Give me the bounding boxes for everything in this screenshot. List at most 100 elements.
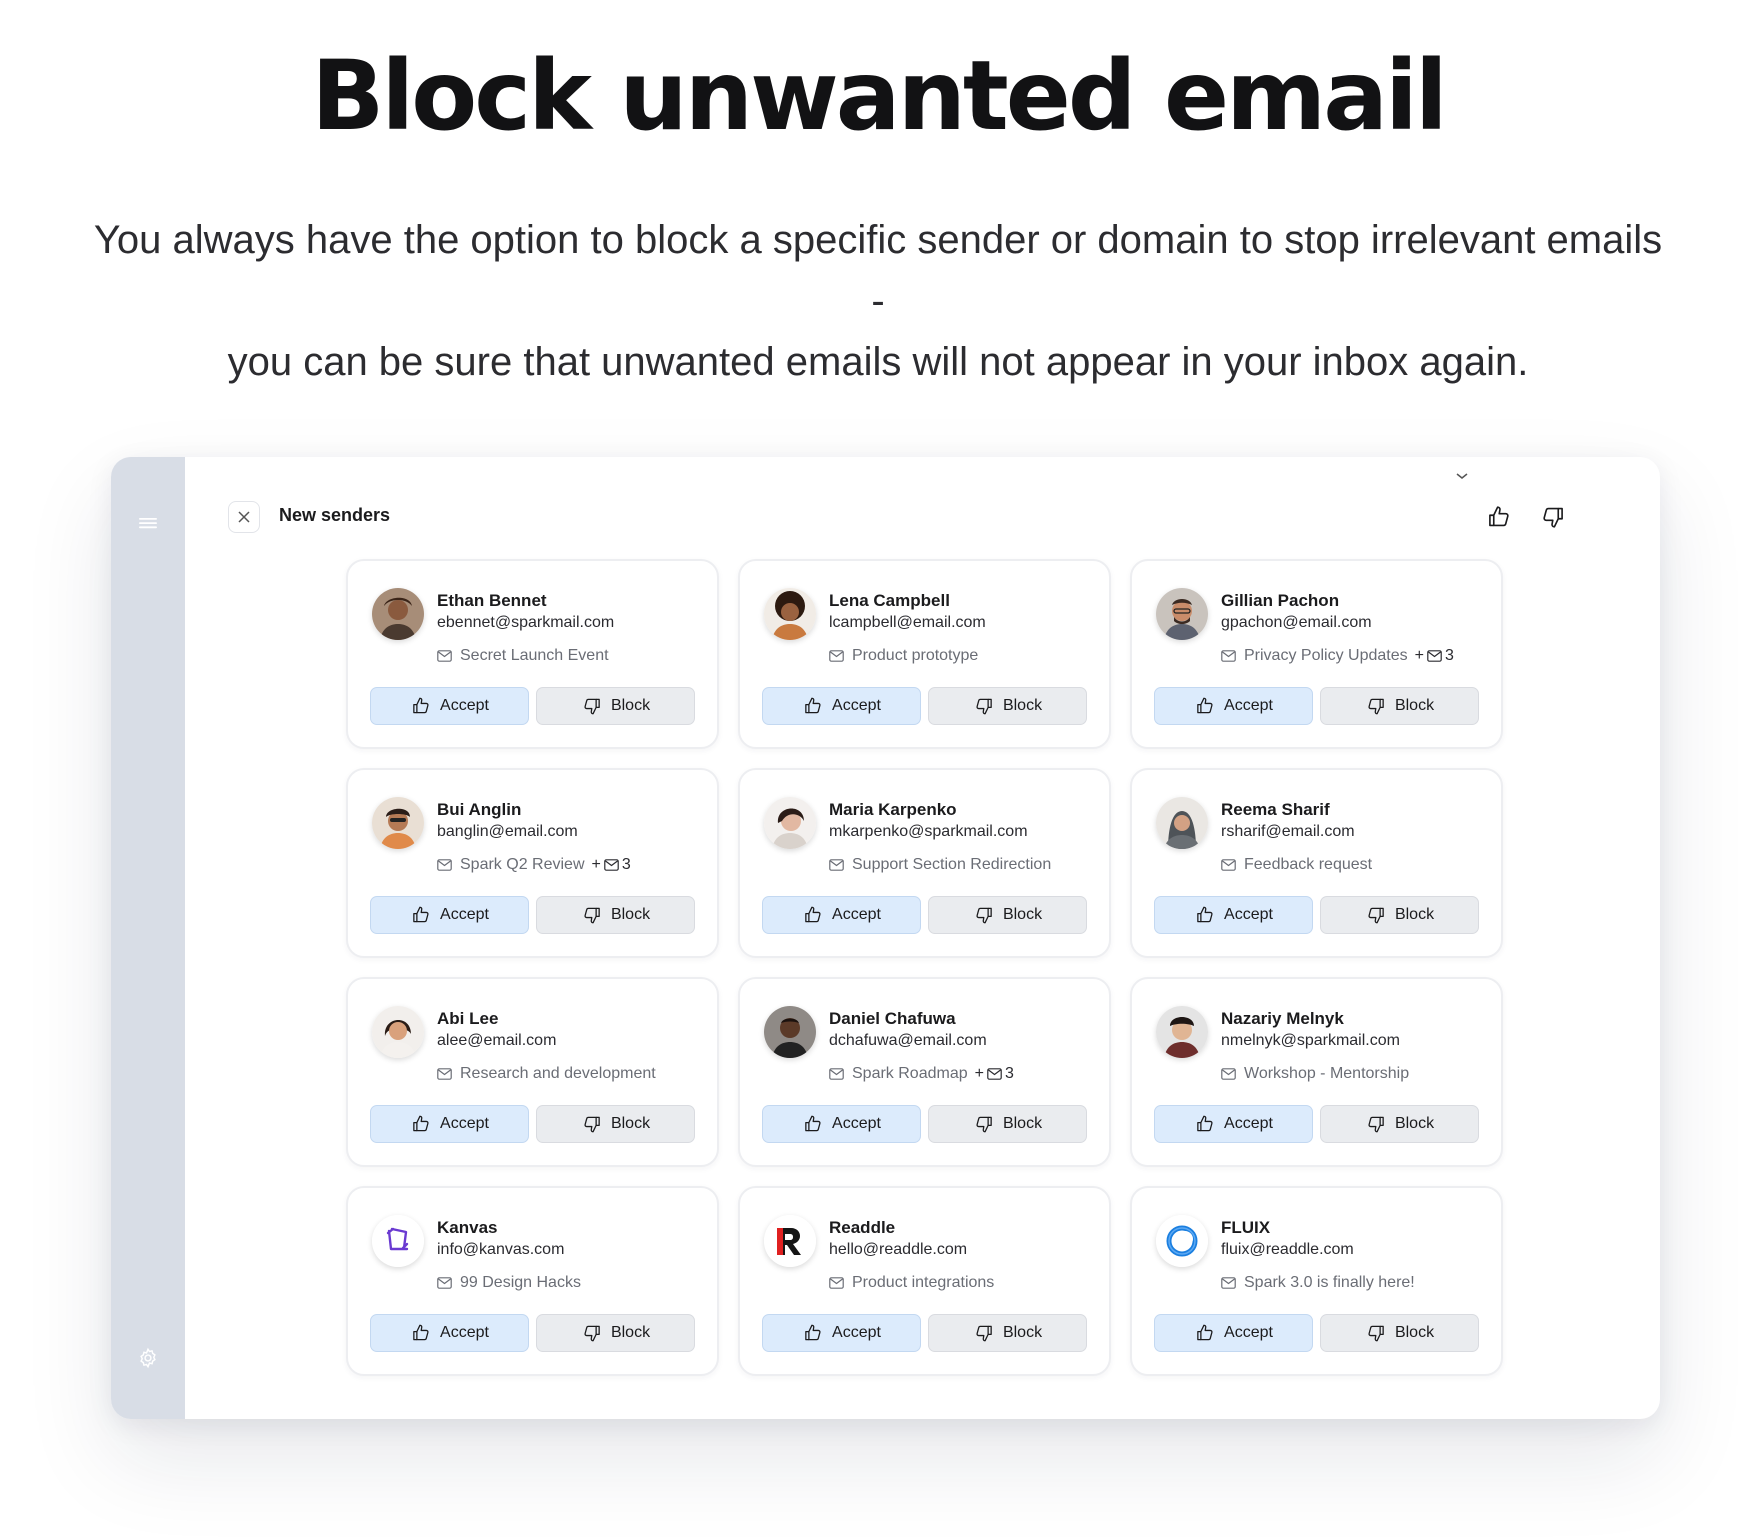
accept-button[interactable]: Accept xyxy=(370,1314,529,1352)
sender-email: banglin@email.com xyxy=(437,823,578,840)
sender-card: Abi Lee alee@email.com Research and deve… xyxy=(346,977,719,1167)
accept-all-thumbs-up-icon[interactable] xyxy=(1485,503,1513,531)
accept-button-label: Accept xyxy=(1224,1115,1273,1132)
email-subject-text: Spark 3.0 is finally here! xyxy=(1244,1274,1415,1291)
accept-button-label: Accept xyxy=(832,697,881,714)
envelope-icon xyxy=(437,859,452,871)
email-subject: Spark Roadmap +3 xyxy=(829,1065,1014,1083)
email-subject: Spark 3.0 is finally here! xyxy=(1221,1274,1415,1292)
block-button[interactable]: Block xyxy=(1320,687,1479,725)
more-emails-badge: +3 xyxy=(1414,647,1454,664)
accept-button-label: Accept xyxy=(832,1324,881,1341)
thumbs-down-icon xyxy=(1368,1116,1384,1133)
sender-name: Bui Anglin xyxy=(437,800,522,819)
sender-card: Kanvas info@kanvas.com 99 Design Hacks A… xyxy=(346,1186,719,1376)
accept-button[interactable]: Accept xyxy=(370,687,529,725)
accept-button[interactable]: Accept xyxy=(762,896,921,934)
avatar xyxy=(764,797,816,849)
menu-icon[interactable] xyxy=(137,515,159,531)
block-button-label: Block xyxy=(1002,1324,1043,1341)
chevron-down-icon[interactable] xyxy=(1454,468,1470,484)
thumbs-up-icon xyxy=(805,1115,821,1132)
block-button[interactable]: Block xyxy=(536,687,695,725)
email-subject: Product integrations xyxy=(829,1274,994,1292)
accept-button[interactable]: Accept xyxy=(370,1105,529,1143)
block-button[interactable]: Block xyxy=(536,1314,695,1352)
accept-button[interactable]: Accept xyxy=(762,687,921,725)
sidebar xyxy=(111,457,185,1419)
sender-card: Gillian Pachon gpachon@email.com Privacy… xyxy=(1130,559,1503,749)
avatar xyxy=(764,1215,816,1267)
page-title: Block unwanted email xyxy=(311,40,1448,152)
block-button[interactable]: Block xyxy=(928,1314,1087,1352)
email-subject-text: Product integrations xyxy=(852,1274,995,1291)
accept-button[interactable]: Accept xyxy=(762,1105,921,1143)
accept-button[interactable]: Accept xyxy=(370,896,529,934)
block-button[interactable]: Block xyxy=(928,896,1087,934)
panel-title: New senders xyxy=(279,505,391,525)
accept-button[interactable]: Accept xyxy=(1154,1105,1313,1143)
email-subject: Feedback request xyxy=(1221,856,1372,874)
sender-name: Ethan Bennet xyxy=(437,591,547,610)
thumbs-up-icon xyxy=(413,906,429,923)
avatar xyxy=(1156,1215,1208,1267)
block-button[interactable]: Block xyxy=(536,1105,695,1143)
thumbs-down-icon xyxy=(976,1116,992,1133)
email-subject-text: Support Section Redirection xyxy=(852,856,1052,873)
envelope-icon xyxy=(437,1277,452,1289)
email-subject-text: Product prototype xyxy=(852,647,979,664)
sender-name: Abi Lee xyxy=(437,1009,499,1028)
envelope-icon xyxy=(1427,650,1442,662)
avatar xyxy=(372,1006,424,1058)
sender-name: Kanvas xyxy=(437,1218,498,1237)
accept-button-label: Accept xyxy=(832,1115,881,1132)
avatar xyxy=(372,588,424,640)
block-button[interactable]: Block xyxy=(928,1105,1087,1143)
block-button[interactable]: Block xyxy=(1320,1105,1479,1143)
sender-card: Ethan Bennet ebennet@sparkmail.com Secre… xyxy=(346,559,719,749)
envelope-icon xyxy=(604,859,619,871)
subtitle-line-2: you can be sure that unwanted emails wil… xyxy=(227,340,1529,384)
envelope-icon xyxy=(1221,1068,1236,1080)
envelope-icon xyxy=(829,1277,844,1289)
sender-card: Lena Campbell lcampbell@email.com Produc… xyxy=(738,559,1111,749)
more-emails-badge: +3 xyxy=(974,1065,1014,1082)
envelope-icon xyxy=(1221,859,1236,871)
sender-card: Daniel Chafuwa dchafuwa@email.com Spark … xyxy=(738,977,1111,1167)
sender-name: Daniel Chafuwa xyxy=(829,1009,956,1028)
thumbs-up-icon xyxy=(1197,906,1213,923)
thumbs-up-icon xyxy=(413,697,429,714)
email-subject-text: Spark Roadmap xyxy=(852,1065,968,1082)
sender-name: Gillian Pachon xyxy=(1221,591,1340,610)
email-subject: Privacy Policy Updates +3 xyxy=(1221,647,1454,665)
gear-icon[interactable] xyxy=(137,1347,159,1369)
thumbs-up-icon xyxy=(805,697,821,714)
envelope-icon xyxy=(1221,1277,1236,1289)
block-button[interactable]: Block xyxy=(536,896,695,934)
sender-name: Reema Sharif xyxy=(1221,800,1330,819)
thumbs-up-icon xyxy=(1197,697,1213,714)
avatar xyxy=(1156,1006,1208,1058)
block-button[interactable]: Block xyxy=(1320,1314,1479,1352)
block-button-label: Block xyxy=(610,906,651,923)
block-button[interactable]: Block xyxy=(928,687,1087,725)
block-all-thumbs-down-icon[interactable] xyxy=(1539,503,1567,531)
email-subject-text: Workshop - Mentorship xyxy=(1244,1065,1410,1082)
envelope-icon xyxy=(987,1068,1002,1080)
accept-button[interactable]: Accept xyxy=(1154,896,1313,934)
sender-email: dchafuwa@email.com xyxy=(829,1032,987,1049)
email-subject-text: Feedback request xyxy=(1244,856,1373,873)
block-button-label: Block xyxy=(1002,906,1043,923)
thumbs-up-icon xyxy=(805,906,821,923)
subtitle-line-1: You always have the option to block a sp… xyxy=(93,218,1663,323)
email-subject-text: Secret Launch Event xyxy=(460,647,609,664)
accept-button-label: Accept xyxy=(440,1324,489,1341)
email-subject: Secret Launch Event xyxy=(437,647,609,665)
block-button[interactable]: Block xyxy=(1320,896,1479,934)
close-button[interactable] xyxy=(228,501,260,533)
accept-button[interactable]: Accept xyxy=(1154,1314,1313,1352)
accept-button[interactable]: Accept xyxy=(1154,687,1313,725)
sender-card: Maria Karpenko mkarpenko@sparkmail.com S… xyxy=(738,768,1111,958)
block-button-label: Block xyxy=(1394,1324,1435,1341)
accept-button[interactable]: Accept xyxy=(762,1314,921,1352)
